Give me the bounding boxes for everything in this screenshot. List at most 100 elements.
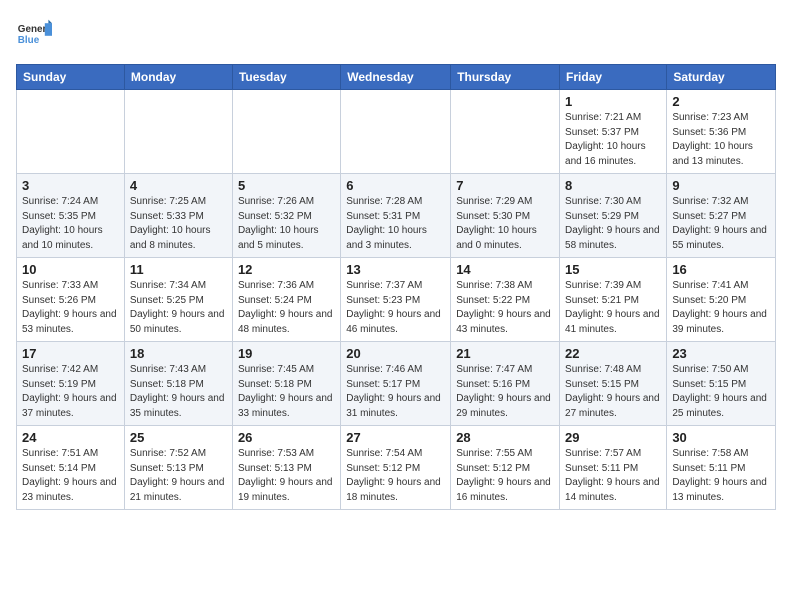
- day-info: Sunrise: 7:21 AM Sunset: 5:37 PM Dayligh…: [565, 111, 661, 169]
- day-info: Sunrise: 7:41 AM Sunset: 5:20 PM Dayligh…: [672, 279, 770, 337]
- calendar-cell: 25 Sunrise: 7:52 AM Sunset: 5:13 PM Dayli…: [124, 426, 232, 510]
- calendar-cell: 3 Sunrise: 7:24 AM Sunset: 5:35 PM Daylig…: [17, 174, 125, 258]
- day-info: Sunrise: 7:50 AM Sunset: 5:15 PM Dayligh…: [672, 363, 770, 421]
- day-info: Sunrise: 7:36 AM Sunset: 5:24 PM Dayligh…: [238, 279, 335, 337]
- calendar-cell: 9 Sunrise: 7:32 AM Sunset: 5:27 PM Daylig…: [667, 174, 776, 258]
- day-info: Sunrise: 7:51 AM Sunset: 5:14 PM Dayligh…: [22, 447, 119, 505]
- day-number: 14: [456, 262, 554, 277]
- calendar-cell: 23 Sunrise: 7:50 AM Sunset: 5:15 PM Dayli…: [667, 342, 776, 426]
- day-number: 27: [346, 430, 445, 445]
- day-number: 28: [456, 430, 554, 445]
- calendar-cell: 2Sunrise: 7:23 AM Sunset: 5:36 PM Daylig…: [667, 90, 776, 174]
- day-number: 13: [346, 262, 445, 277]
- calendar-cell: 13 Sunrise: 7:37 AM Sunset: 5:23 PM Dayli…: [341, 258, 451, 342]
- day-info: Sunrise: 7:57 AM Sunset: 5:11 PM Dayligh…: [565, 447, 661, 505]
- day-number: 29: [565, 430, 661, 445]
- weekday-header-saturday: Saturday: [667, 65, 776, 90]
- calendar-cell: 26 Sunrise: 7:53 AM Sunset: 5:13 PM Dayli…: [232, 426, 340, 510]
- calendar-cell: 21 Sunrise: 7:47 AM Sunset: 5:16 PM Dayli…: [451, 342, 560, 426]
- day-number: 4: [130, 178, 227, 193]
- day-number: 9: [672, 178, 770, 193]
- calendar-week-3: 10Sunrise: 7:33 AM Sunset: 5:26 PM Dayli…: [17, 258, 776, 342]
- day-number: 15: [565, 262, 661, 277]
- logo-icon: General Blue: [16, 16, 52, 52]
- calendar: SundayMondayTuesdayWednesdayThursdayFrid…: [16, 64, 776, 510]
- calendar-week-1: 1 Sunrise: 7:21 AM Sunset: 5:37 PM Daylig…: [17, 90, 776, 174]
- day-info: Sunrise: 7:38 AM Sunset: 5:22 PM Dayligh…: [456, 279, 554, 337]
- day-number: 3: [22, 178, 119, 193]
- day-info: Sunrise: 7:47 AM Sunset: 5:16 PM Dayligh…: [456, 363, 554, 421]
- page-header: General Blue: [16, 16, 776, 52]
- day-info: Sunrise: 7:29 AM Sunset: 5:30 PM Dayligh…: [456, 195, 554, 253]
- day-number: 22: [565, 346, 661, 361]
- day-info: Sunrise: 7:24 AM Sunset: 5:35 PM Dayligh…: [22, 195, 119, 253]
- calendar-cell: 6 Sunrise: 7:28 AM Sunset: 5:31 PM Daylig…: [341, 174, 451, 258]
- day-number: 16: [672, 262, 770, 277]
- day-number: 20: [346, 346, 445, 361]
- weekday-header-sunday: Sunday: [17, 65, 125, 90]
- weekday-header-tuesday: Tuesday: [232, 65, 340, 90]
- calendar-cell: 24 Sunrise: 7:51 AM Sunset: 5:14 PM Dayli…: [17, 426, 125, 510]
- day-info: Sunrise: 7:26 AM Sunset: 5:32 PM Dayligh…: [238, 195, 335, 253]
- calendar-cell: 14 Sunrise: 7:38 AM Sunset: 5:22 PM Dayli…: [451, 258, 560, 342]
- calendar-cell: 8 Sunrise: 7:30 AM Sunset: 5:29 PM Daylig…: [560, 174, 667, 258]
- calendar-header-row: SundayMondayTuesdayWednesdayThursdayFrid…: [17, 65, 776, 90]
- calendar-cell: 10Sunrise: 7:33 AM Sunset: 5:26 PM Dayli…: [17, 258, 125, 342]
- day-number: 26: [238, 430, 335, 445]
- day-number: 23: [672, 346, 770, 361]
- day-info: Sunrise: 7:48 AM Sunset: 5:15 PM Dayligh…: [565, 363, 661, 421]
- calendar-cell: 5 Sunrise: 7:26 AM Sunset: 5:32 PM Daylig…: [232, 174, 340, 258]
- day-number: 10: [22, 262, 119, 277]
- day-info: Sunrise: 7:42 AM Sunset: 5:19 PM Dayligh…: [22, 363, 119, 421]
- calendar-cell: [17, 90, 125, 174]
- day-info: Sunrise: 7:25 AM Sunset: 5:33 PM Dayligh…: [130, 195, 227, 253]
- day-info: Sunrise: 7:39 AM Sunset: 5:21 PM Dayligh…: [565, 279, 661, 337]
- calendar-week-5: 24 Sunrise: 7:51 AM Sunset: 5:14 PM Dayli…: [17, 426, 776, 510]
- calendar-cell: 27 Sunrise: 7:54 AM Sunset: 5:12 PM Dayli…: [341, 426, 451, 510]
- day-number: 7: [456, 178, 554, 193]
- day-info: Sunrise: 7:32 AM Sunset: 5:27 PM Dayligh…: [672, 195, 770, 253]
- calendar-cell: 4 Sunrise: 7:25 AM Sunset: 5:33 PM Daylig…: [124, 174, 232, 258]
- calendar-cell: 20 Sunrise: 7:46 AM Sunset: 5:17 PM Dayli…: [341, 342, 451, 426]
- weekday-header-wednesday: Wednesday: [341, 65, 451, 90]
- day-number: 6: [346, 178, 445, 193]
- day-info: Sunrise: 7:37 AM Sunset: 5:23 PM Dayligh…: [346, 279, 445, 337]
- day-number: 2: [672, 94, 770, 109]
- day-number: 5: [238, 178, 335, 193]
- day-info: Sunrise: 7:45 AM Sunset: 5:18 PM Dayligh…: [238, 363, 335, 421]
- calendar-cell: 30 Sunrise: 7:58 AM Sunset: 5:11 PM Dayli…: [667, 426, 776, 510]
- day-number: 24: [22, 430, 119, 445]
- calendar-cell: 29 Sunrise: 7:57 AM Sunset: 5:11 PM Dayli…: [560, 426, 667, 510]
- day-info: Sunrise: 7:30 AM Sunset: 5:29 PM Dayligh…: [565, 195, 661, 253]
- day-info: Sunrise: 7:52 AM Sunset: 5:13 PM Dayligh…: [130, 447, 227, 505]
- calendar-cell: 16 Sunrise: 7:41 AM Sunset: 5:20 PM Dayli…: [667, 258, 776, 342]
- day-number: 25: [130, 430, 227, 445]
- day-info: Sunrise: 7:55 AM Sunset: 5:12 PM Dayligh…: [456, 447, 554, 505]
- day-info: Sunrise: 7:58 AM Sunset: 5:11 PM Dayligh…: [672, 447, 770, 505]
- day-number: 17: [22, 346, 119, 361]
- calendar-cell: 12 Sunrise: 7:36 AM Sunset: 5:24 PM Dayli…: [232, 258, 340, 342]
- day-info: Sunrise: 7:28 AM Sunset: 5:31 PM Dayligh…: [346, 195, 445, 253]
- day-number: 8: [565, 178, 661, 193]
- day-info: Sunrise: 7:34 AM Sunset: 5:25 PM Dayligh…: [130, 279, 227, 337]
- calendar-cell: 22 Sunrise: 7:48 AM Sunset: 5:15 PM Dayli…: [560, 342, 667, 426]
- day-number: 1: [565, 94, 661, 109]
- day-number: 21: [456, 346, 554, 361]
- day-info: Sunrise: 7:46 AM Sunset: 5:17 PM Dayligh…: [346, 363, 445, 421]
- weekday-header-friday: Friday: [560, 65, 667, 90]
- calendar-cell: 15 Sunrise: 7:39 AM Sunset: 5:21 PM Dayli…: [560, 258, 667, 342]
- calendar-cell: 18Sunrise: 7:43 AM Sunset: 5:18 PM Dayli…: [124, 342, 232, 426]
- calendar-cell: 28 Sunrise: 7:55 AM Sunset: 5:12 PM Dayli…: [451, 426, 560, 510]
- day-number: 11: [130, 262, 227, 277]
- calendar-cell: 1 Sunrise: 7:21 AM Sunset: 5:37 PM Daylig…: [560, 90, 667, 174]
- calendar-cell: [451, 90, 560, 174]
- calendar-cell: 11 Sunrise: 7:34 AM Sunset: 5:25 PM Dayli…: [124, 258, 232, 342]
- day-info: Sunrise: 7:53 AM Sunset: 5:13 PM Dayligh…: [238, 447, 335, 505]
- calendar-cell: 17 Sunrise: 7:42 AM Sunset: 5:19 PM Dayli…: [17, 342, 125, 426]
- svg-text:Blue: Blue: [18, 35, 40, 46]
- day-number: 12: [238, 262, 335, 277]
- day-info: Sunrise: 7:54 AM Sunset: 5:12 PM Dayligh…: [346, 447, 445, 505]
- weekday-header-thursday: Thursday: [451, 65, 560, 90]
- day-number: 30: [672, 430, 770, 445]
- calendar-week-4: 17 Sunrise: 7:42 AM Sunset: 5:19 PM Dayli…: [17, 342, 776, 426]
